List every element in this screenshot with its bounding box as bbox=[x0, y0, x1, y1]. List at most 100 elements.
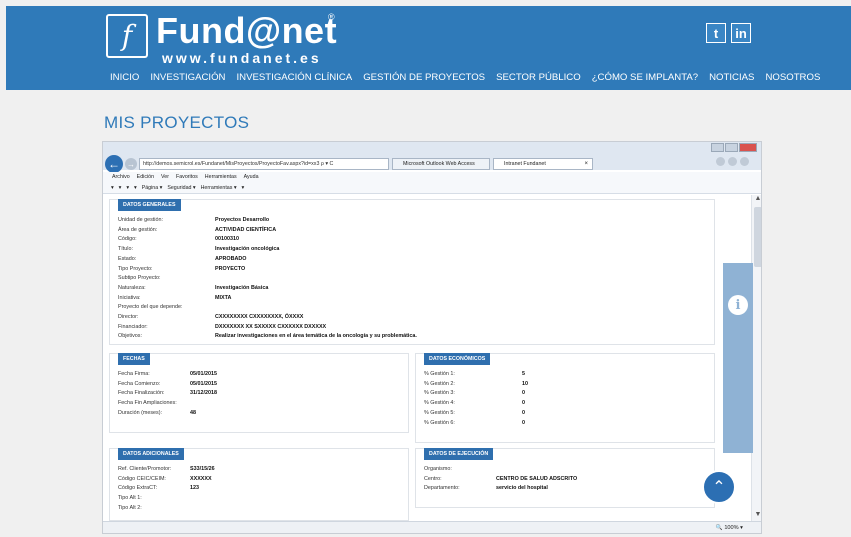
nav-nosotros[interactable]: NOSOTROS bbox=[765, 72, 820, 83]
field-value: 0 bbox=[522, 419, 525, 426]
browser-window: ← → http://demos.semicrol.es/Fundanet/Mi… bbox=[102, 141, 762, 534]
field-row: Código CEIC/CEIM: XXXXXX bbox=[118, 475, 212, 485]
field-row: Iniciativa: MIXTA bbox=[118, 294, 231, 304]
field-value: PROYECTO bbox=[215, 265, 246, 272]
field-row: Subtipo Proyecto: bbox=[118, 274, 215, 284]
field-value: Proyectos Desarrollo bbox=[215, 217, 270, 223]
forward-arrow-icon[interactable]: → bbox=[125, 158, 137, 170]
field-label: Organismo: bbox=[424, 466, 452, 472]
info-icon[interactable]: i bbox=[728, 295, 748, 315]
nav-investigacion-clinica[interactable]: INVESTIGACIÓN CLÍNICA bbox=[237, 72, 353, 83]
window-buttons bbox=[711, 143, 757, 152]
field-row: % Gestión 1: 5 bbox=[424, 370, 525, 380]
address-url: http://demos.semicrol.es/Fundanet/MisPro… bbox=[143, 161, 320, 167]
nav-gestion-proyectos[interactable]: GESTIÓN DE PROYECTOS bbox=[363, 72, 485, 83]
field-label: Fecha Finalización: bbox=[118, 390, 165, 397]
nav-como-se-implanta[interactable]: ¿CÓMO SE IMPLANTA? bbox=[592, 72, 698, 83]
settings-gear-icon[interactable] bbox=[740, 157, 749, 166]
field-row: Fecha Comienzo: 05/01/2015 bbox=[118, 380, 217, 390]
scroll-up-icon[interactable]: ▲ bbox=[752, 195, 761, 205]
panel-datos-economicos: DATOS ECONÓMICOS % Gestión 1: 5% Gestión … bbox=[415, 353, 715, 443]
brand-name[interactable]: Fund@net bbox=[156, 10, 337, 52]
toolbar-herramientas[interactable]: Herramientas ▾ bbox=[201, 183, 237, 193]
field-value: Investigación Básica bbox=[215, 284, 269, 291]
field-value: Investigación oncológica bbox=[215, 246, 280, 253]
panel-title: FECHAS bbox=[118, 353, 150, 365]
panel-datos-ejecucion: DATOS DE EJECUCIÓN Organismo: Centro: CENT… bbox=[415, 448, 715, 508]
field-label: % Gestión 5: bbox=[424, 409, 455, 416]
field-label: Financiador: bbox=[118, 323, 148, 330]
field-label: Título: bbox=[118, 246, 133, 253]
field-row: Objetivos: Realizar investigaciones en el… bbox=[118, 332, 417, 342]
close-icon[interactable] bbox=[739, 143, 757, 152]
menu-archivo[interactable]: Archivo bbox=[112, 172, 130, 183]
tab-intranet[interactable]: Intranet Fundanet × bbox=[493, 158, 593, 170]
zoom-level[interactable]: 🔍 100% ▾ bbox=[716, 522, 743, 533]
address-icons: ρ ▾ C bbox=[320, 161, 334, 167]
field-value: APROBADO bbox=[215, 255, 247, 262]
field-value: 31/12/2018 bbox=[190, 390, 217, 397]
tab-outlook[interactable]: Microsoft Outlook Web Access bbox=[392, 158, 490, 170]
nav-sector-publico[interactable]: SECTOR PÚBLICO bbox=[496, 72, 581, 83]
field-value: S33/15/26 bbox=[190, 466, 215, 472]
toolbar-home-icon[interactable]: ▾ bbox=[111, 183, 114, 193]
field-label: % Gestión 3: bbox=[424, 390, 455, 397]
brand-url: www.fundanet.es bbox=[162, 50, 322, 66]
field-value: 0 bbox=[522, 409, 525, 416]
side-widget-bar: i bbox=[723, 263, 753, 453]
tab-close-icon[interactable]: × bbox=[584, 159, 588, 169]
home-icon[interactable] bbox=[716, 157, 725, 166]
field-value: 123 bbox=[190, 485, 199, 492]
field-row: Tipo Proyecto: PROYECTO bbox=[118, 265, 245, 275]
toolbar-print-icon[interactable]: ▾ bbox=[134, 183, 137, 193]
registered-mark: ® bbox=[328, 12, 335, 22]
main-nav: INICIO INVESTIGACIÓN INVESTIGACIÓN CLÍNI… bbox=[110, 72, 831, 83]
field-label: Código CEIC/CEIM: bbox=[118, 475, 166, 482]
menu-edicion[interactable]: Edición bbox=[137, 172, 154, 183]
minimize-icon[interactable] bbox=[711, 143, 724, 152]
menu-ver[interactable]: Ver bbox=[161, 172, 169, 183]
toolbar-feeds-icon[interactable]: ▾ bbox=[119, 183, 122, 193]
field-row: Código ExtraCT: 123 bbox=[118, 484, 199, 494]
scroll-top-icon[interactable]: ⌃ bbox=[702, 470, 736, 504]
zoom-value: 100% bbox=[724, 525, 739, 531]
field-value: 05/01/2015 bbox=[190, 371, 217, 377]
toolbar-mail-icon[interactable]: ▾ bbox=[126, 183, 129, 193]
nav-noticias[interactable]: NOTICIAS bbox=[709, 72, 754, 83]
field-value: 0 bbox=[522, 400, 525, 407]
maximize-icon[interactable] bbox=[725, 143, 738, 152]
field-label: Estado: bbox=[118, 255, 137, 262]
field-label: Proyecto del que depende: bbox=[118, 304, 183, 311]
logo-icon[interactable]: f bbox=[106, 14, 148, 58]
twitter-icon[interactable]: t bbox=[706, 23, 726, 43]
panel-datos-adicionales: DATOS ADICIONALES Ref. Cliente/Promotor:… bbox=[109, 448, 409, 521]
page-content: DATOS GENERALES Unidad de gestión: Proyec… bbox=[103, 195, 751, 521]
field-value: CENTRO DE SALUD ADSCRITO bbox=[496, 475, 578, 482]
field-label: % Gestión 2: bbox=[424, 380, 455, 387]
field-label: % Gestión 6: bbox=[424, 419, 455, 426]
address-bar[interactable]: http://demos.semicrol.es/Fundanet/MisPro… bbox=[139, 158, 389, 170]
field-label: Departamento: bbox=[424, 485, 460, 492]
nav-investigacion[interactable]: INVESTIGACIÓN bbox=[150, 72, 225, 83]
menu-favoritos[interactable]: Favoritos bbox=[176, 172, 198, 183]
toolbar-pagina[interactable]: Página ▾ bbox=[142, 183, 163, 193]
field-value: 00100310 bbox=[215, 236, 239, 243]
nav-inicio[interactable]: INICIO bbox=[110, 72, 139, 83]
scroll-thumb[interactable] bbox=[754, 207, 761, 267]
field-value: 0 bbox=[522, 390, 525, 397]
menu-ayuda[interactable]: Ayuda bbox=[244, 172, 259, 183]
field-row: Ref. Cliente/Promotor: S33/15/26 bbox=[118, 465, 215, 475]
toolbar-seguridad[interactable]: Seguridad ▾ bbox=[167, 183, 195, 193]
field-row: Tipo Alt 1: bbox=[118, 494, 190, 504]
field-row: % Gestión 5: 0 bbox=[424, 409, 525, 419]
menu-herramientas[interactable]: Herramientas bbox=[205, 172, 237, 183]
linkedin-icon[interactable]: in bbox=[731, 23, 751, 43]
back-arrow-icon[interactable]: ← bbox=[105, 155, 123, 173]
favorites-star-icon[interactable] bbox=[728, 157, 737, 166]
browser-right-tools bbox=[716, 157, 749, 166]
field-label: Área de gestión: bbox=[118, 226, 158, 233]
scroll-down-icon[interactable]: ▼ bbox=[752, 511, 761, 521]
field-label: Director: bbox=[118, 314, 139, 320]
field-row: Título: Investigación oncológica bbox=[118, 245, 279, 255]
toolbar-help-icon[interactable]: ▾ bbox=[242, 183, 245, 193]
